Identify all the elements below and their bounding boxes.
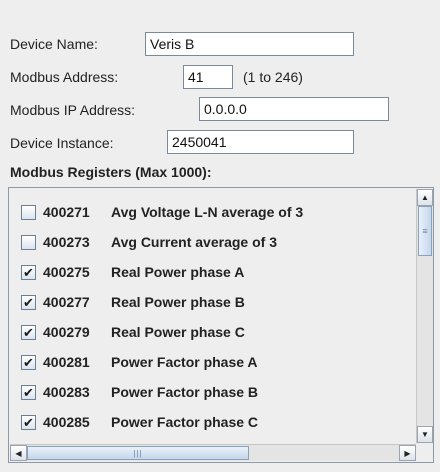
register-row[interactable]: ✔ 400277 Real Power phase B	[10, 287, 416, 317]
checkmark-icon: ✔	[23, 414, 34, 430]
register-row[interactable]: ✔ 400285 Power Factor phase C	[10, 407, 416, 437]
vertical-scrollbar[interactable]: ▲ ≡ ▼	[416, 189, 433, 443]
arrow-down-icon: ▼	[421, 430, 429, 439]
vertical-scroll-thumb[interactable]: ≡	[418, 206, 432, 256]
arrow-up-icon: ▲	[421, 193, 429, 202]
register-id: 400271	[43, 204, 90, 220]
checkbox[interactable]: ✔	[21, 414, 36, 430]
register-description: Real Power phase B	[111, 294, 245, 310]
horizontal-scrollbar[interactable]: ◀ ||| ▶	[10, 444, 416, 461]
register-id: 400281	[43, 354, 90, 370]
checkbox[interactable]	[21, 204, 36, 220]
register-row[interactable]: 400271 Avg Voltage L-N average of 3	[10, 197, 416, 227]
checkmark-icon: ✔	[23, 384, 34, 400]
scroll-up-button[interactable]: ▲	[417, 189, 433, 206]
register-description: Avg Voltage L-N average of 3	[111, 204, 304, 220]
register-description: Power Factor phase A	[111, 354, 258, 370]
register-description: Real Power phase C	[111, 324, 245, 340]
register-id: 400275	[43, 264, 90, 280]
checkmark-icon: ✔	[23, 354, 34, 370]
modbus-ip-label: Modbus IP Address:	[10, 102, 136, 118]
registers-list: 400271 Avg Voltage L-N average of 3 4002…	[10, 189, 416, 443]
checkmark-icon: ✔	[23, 264, 34, 280]
device-instance-input[interactable]	[167, 130, 354, 154]
checkbox[interactable]	[21, 234, 36, 250]
grip-icon: ≡	[422, 226, 428, 236]
register-description: Real Power phase A	[111, 264, 245, 280]
scrollbar-corner	[416, 444, 433, 461]
modbus-ip-input[interactable]	[199, 97, 389, 121]
register-row[interactable]: ✔ 400275 Real Power phase A	[10, 257, 416, 287]
arrow-right-icon: ▶	[404, 448, 411, 458]
checkbox[interactable]: ✔	[21, 384, 36, 400]
register-description: Power Factor phase C	[111, 414, 259, 430]
modbus-address-hint: (1 to 246)	[243, 69, 303, 85]
register-row[interactable]: ✔ 400281 Power Factor phase A	[10, 347, 416, 377]
register-row[interactable]: 400273 Avg Current average of 3	[10, 227, 416, 257]
checkbox[interactable]: ✔	[21, 324, 36, 340]
register-description: Power Factor phase B	[111, 384, 259, 400]
register-row[interactable]: ✔ 400279 Real Power phase C	[10, 317, 416, 347]
scroll-right-button[interactable]: ▶	[399, 445, 416, 461]
registers-list-panel: 400271 Avg Voltage L-N average of 3 4002…	[8, 187, 434, 463]
scroll-down-button[interactable]: ▼	[417, 426, 433, 443]
checkbox[interactable]: ✔	[21, 264, 36, 280]
registers-title: Modbus Registers (Max 1000):	[10, 164, 212, 180]
checkbox[interactable]: ✔	[21, 294, 36, 310]
register-id: 400285	[43, 414, 90, 430]
checkmark-icon: ✔	[23, 324, 34, 340]
modbus-address-label: Modbus Address:	[10, 69, 119, 85]
register-id: 400279	[43, 324, 90, 340]
grip-icon: |||	[133, 448, 143, 458]
scroll-left-button[interactable]: ◀	[10, 445, 27, 461]
device-name-label: Device Name:	[10, 36, 98, 52]
horizontal-scroll-thumb[interactable]: |||	[27, 446, 249, 460]
checkmark-icon: ✔	[23, 294, 34, 310]
modbus-address-input[interactable]	[183, 65, 233, 89]
device-name-input[interactable]	[145, 32, 354, 56]
arrow-left-icon: ◀	[15, 448, 22, 458]
register-description: Avg Current average of 3	[111, 234, 277, 250]
device-instance-label: Device Instance:	[10, 135, 114, 151]
checkbox[interactable]: ✔	[21, 354, 36, 370]
register-row[interactable]: ✔ 400283 Power Factor phase B	[10, 377, 416, 407]
register-id: 400283	[43, 384, 90, 400]
register-id: 400273	[43, 234, 90, 250]
register-id: 400277	[43, 294, 90, 310]
